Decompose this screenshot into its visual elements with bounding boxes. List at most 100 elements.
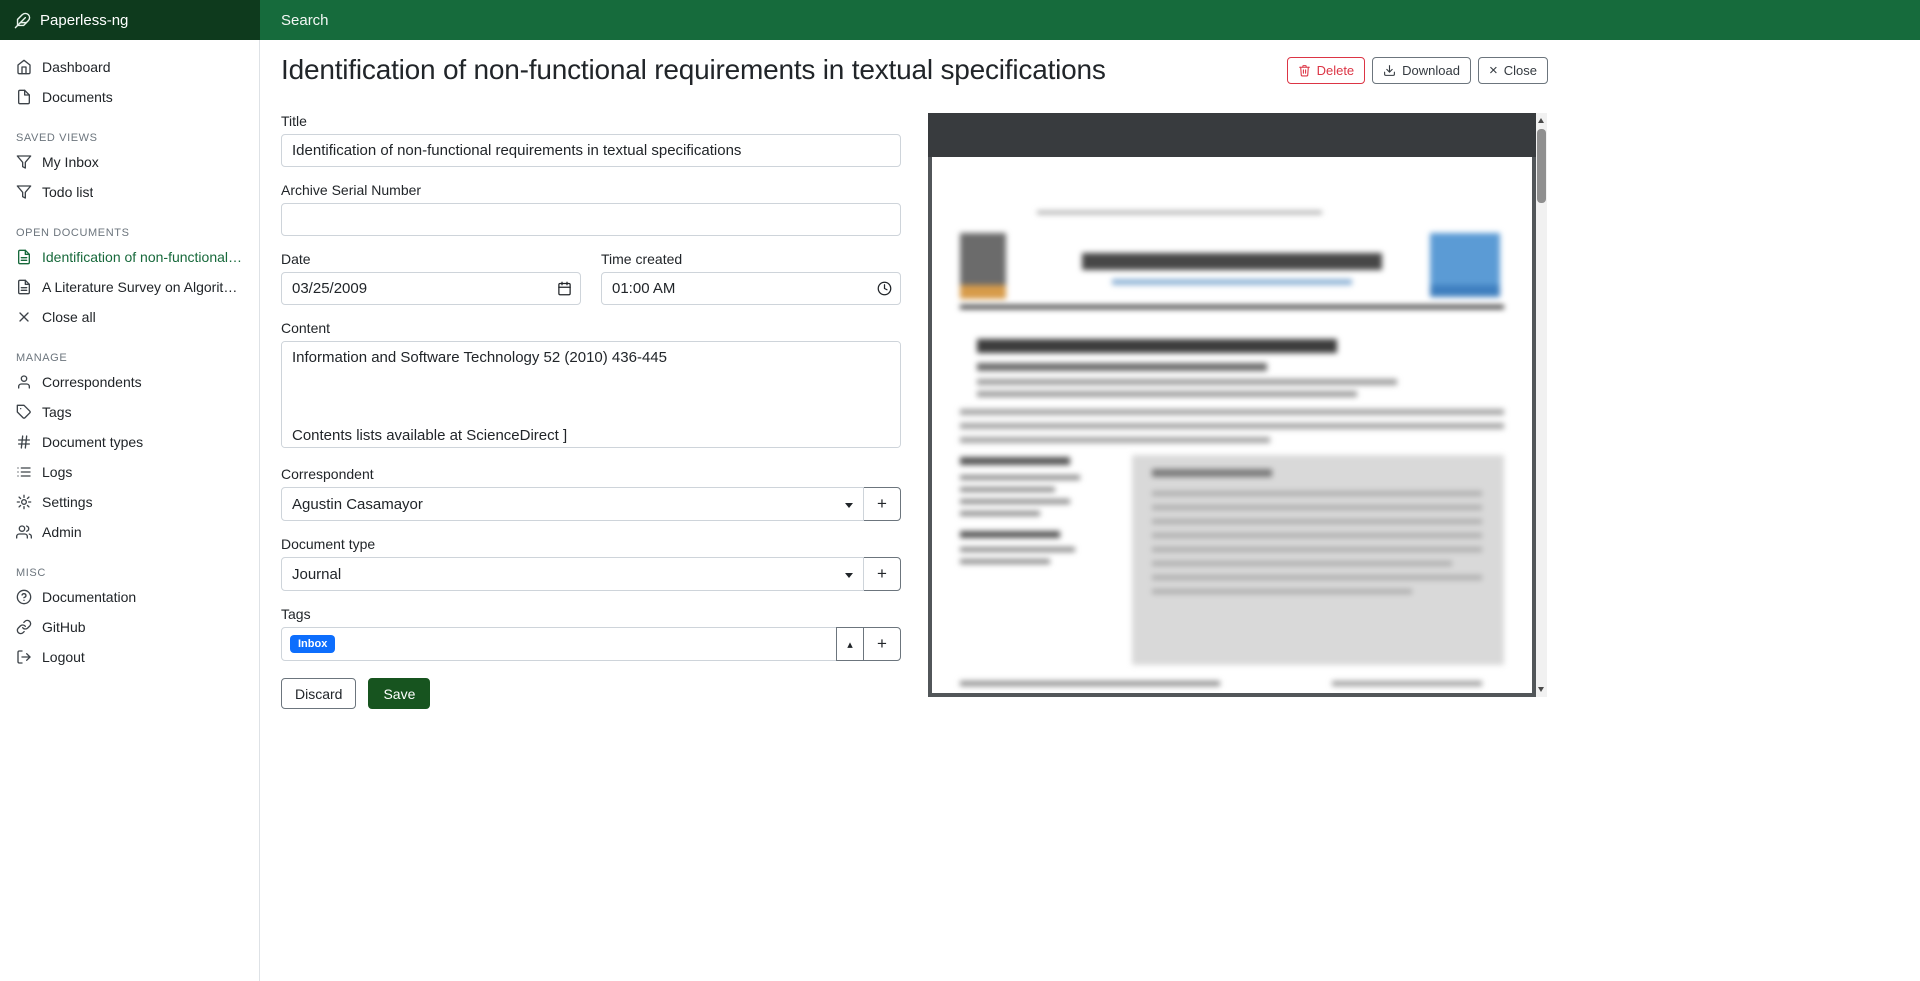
save-button[interactable]: Save xyxy=(368,678,430,709)
document-type-select[interactable]: Journal xyxy=(281,557,864,591)
document-actions: Delete Download × Close xyxy=(1287,57,1548,84)
pdf-scrollbar[interactable] xyxy=(1536,113,1547,697)
blur-bar xyxy=(960,409,1504,415)
sidebar-item-logs[interactable]: Logs xyxy=(0,457,259,487)
blur-bar xyxy=(1082,253,1382,270)
pdf-viewer-toolbar[interactable] xyxy=(928,113,1536,157)
blur-bar xyxy=(1152,505,1482,510)
tags-field-label: Tags xyxy=(281,606,901,622)
date-field[interactable] xyxy=(281,272,581,305)
list-icon xyxy=(16,464,32,480)
sidebar-item-logout[interactable]: Logout xyxy=(0,642,259,672)
sidebar-item-label: A Literature Survey on Algorithms for Mu… xyxy=(42,279,243,295)
blur-bar xyxy=(977,391,1357,397)
blur-bar xyxy=(1430,285,1500,297)
title-field[interactable] xyxy=(281,134,901,167)
correspondent-selected-value: Agustin Casamayor xyxy=(292,496,423,513)
sidebar-item-admin[interactable]: Admin xyxy=(0,517,259,547)
add-tag-button[interactable]: + xyxy=(863,627,901,661)
scroll-up-arrow-icon[interactable] xyxy=(1538,118,1544,123)
blur-bar xyxy=(960,423,1504,429)
sidebar-item-my-inbox[interactable]: My Inbox xyxy=(0,147,259,177)
blur-bar xyxy=(960,487,1055,492)
blur-bar xyxy=(1152,561,1452,566)
sidebar-item-documentation[interactable]: Documentation xyxy=(0,582,259,612)
sidebar-item-tags[interactable]: Tags xyxy=(0,397,259,427)
sidebar-item-close-all[interactable]: Close all xyxy=(0,302,259,332)
blur-bar xyxy=(1152,547,1482,552)
file-text-icon xyxy=(16,249,32,265)
sidebar-item-label: GitHub xyxy=(42,619,86,635)
blur-bar xyxy=(1152,575,1482,580)
page-title: Identification of non-functional require… xyxy=(281,54,1106,86)
document-edit-form: Title Archive Serial Number Date Time cr… xyxy=(281,113,901,709)
open-documents-header: OPEN DOCUMENTS xyxy=(0,227,259,240)
document-type-selected-value: Journal xyxy=(292,566,341,583)
help-circle-icon xyxy=(16,589,32,605)
sidebar-open-document-1[interactable]: Identification of non-functional require… xyxy=(0,242,259,272)
blur-bar xyxy=(960,499,1070,504)
tag-icon xyxy=(16,404,32,420)
close-button-label: Close xyxy=(1504,63,1537,78)
chevron-down-icon xyxy=(845,573,853,578)
sidebar-item-label: Settings xyxy=(42,494,93,510)
paperless-logo-icon xyxy=(14,12,31,29)
blur-bar xyxy=(1152,589,1412,594)
sidebar-item-settings[interactable]: Settings xyxy=(0,487,259,517)
main-content: Identification of non-functional require… xyxy=(260,40,1920,981)
sidebar-item-dashboard[interactable]: Dashboard xyxy=(0,52,259,82)
blur-bar xyxy=(960,305,1504,309)
sidebar-open-document-2[interactable]: A Literature Survey on Algorithms for Mu… xyxy=(0,272,259,302)
blur-bar xyxy=(960,285,1006,299)
sidebar-item-correspondents[interactable]: Correspondents xyxy=(0,367,259,397)
scroll-down-arrow-icon[interactable] xyxy=(1538,687,1544,692)
blur-bar xyxy=(960,681,1220,686)
app-brand-name: Paperless-ng xyxy=(40,12,128,29)
logout-icon xyxy=(16,649,32,665)
hash-icon xyxy=(16,434,32,450)
app-brand[interactable]: Paperless-ng xyxy=(0,0,260,40)
sidebar-item-label: Logout xyxy=(42,649,85,665)
title-field-label: Title xyxy=(281,113,901,129)
correspondent-field-label: Correspondent xyxy=(281,466,901,482)
discard-button[interactable]: Discard xyxy=(281,678,356,709)
pdf-viewer-body xyxy=(928,157,1536,697)
archive-serial-number-field[interactable] xyxy=(281,203,901,236)
blur-bar xyxy=(1152,533,1482,538)
delete-button[interactable]: Delete xyxy=(1287,57,1366,84)
time-created-field[interactable] xyxy=(601,272,901,305)
sidebar-item-label: Todo list xyxy=(42,184,93,200)
sidebar-item-label: Admin xyxy=(42,524,82,540)
blur-bar xyxy=(977,339,1337,353)
blur-bar xyxy=(960,547,1075,552)
blur-bar xyxy=(960,437,1270,443)
tag-badge-inbox[interactable]: Inbox xyxy=(290,635,335,653)
user-icon xyxy=(16,374,32,390)
add-document-type-button[interactable]: + xyxy=(863,557,901,591)
search-bar xyxy=(260,0,1920,40)
add-correspondent-button[interactable]: + xyxy=(863,487,901,521)
blur-bar xyxy=(1152,469,1272,477)
blur-bar xyxy=(977,363,1267,371)
content-field[interactable]: Information and Software Technology 52 (… xyxy=(281,341,901,448)
blur-bar xyxy=(1332,681,1482,686)
sidebar-item-todo-list[interactable]: Todo list xyxy=(0,177,259,207)
global-search-input[interactable] xyxy=(260,12,1160,29)
blur-bar xyxy=(960,559,1050,564)
blur-bar xyxy=(960,511,1040,516)
correspondent-select[interactable]: Agustin Casamayor xyxy=(281,487,864,521)
sidebar-item-github[interactable]: GitHub xyxy=(0,612,259,642)
sidebar-item-documents[interactable]: Documents xyxy=(0,82,259,112)
sidebar-item-document-types[interactable]: Document types xyxy=(0,427,259,457)
download-button[interactable]: Download xyxy=(1372,57,1471,84)
archive-serial-number-label: Archive Serial Number xyxy=(281,182,901,198)
users-icon xyxy=(16,524,32,540)
pdf-page xyxy=(932,157,1532,693)
misc-header: MISC xyxy=(0,567,259,580)
trash-icon xyxy=(1298,64,1311,77)
saved-views-header: SAVED VIEWS xyxy=(0,132,259,145)
pdf-scrollbar-thumb[interactable] xyxy=(1537,129,1546,203)
close-button[interactable]: × Close xyxy=(1478,57,1548,84)
tags-input[interactable]: Inbox xyxy=(281,627,837,661)
tags-dropdown-button[interactable]: ▴ xyxy=(836,627,864,661)
